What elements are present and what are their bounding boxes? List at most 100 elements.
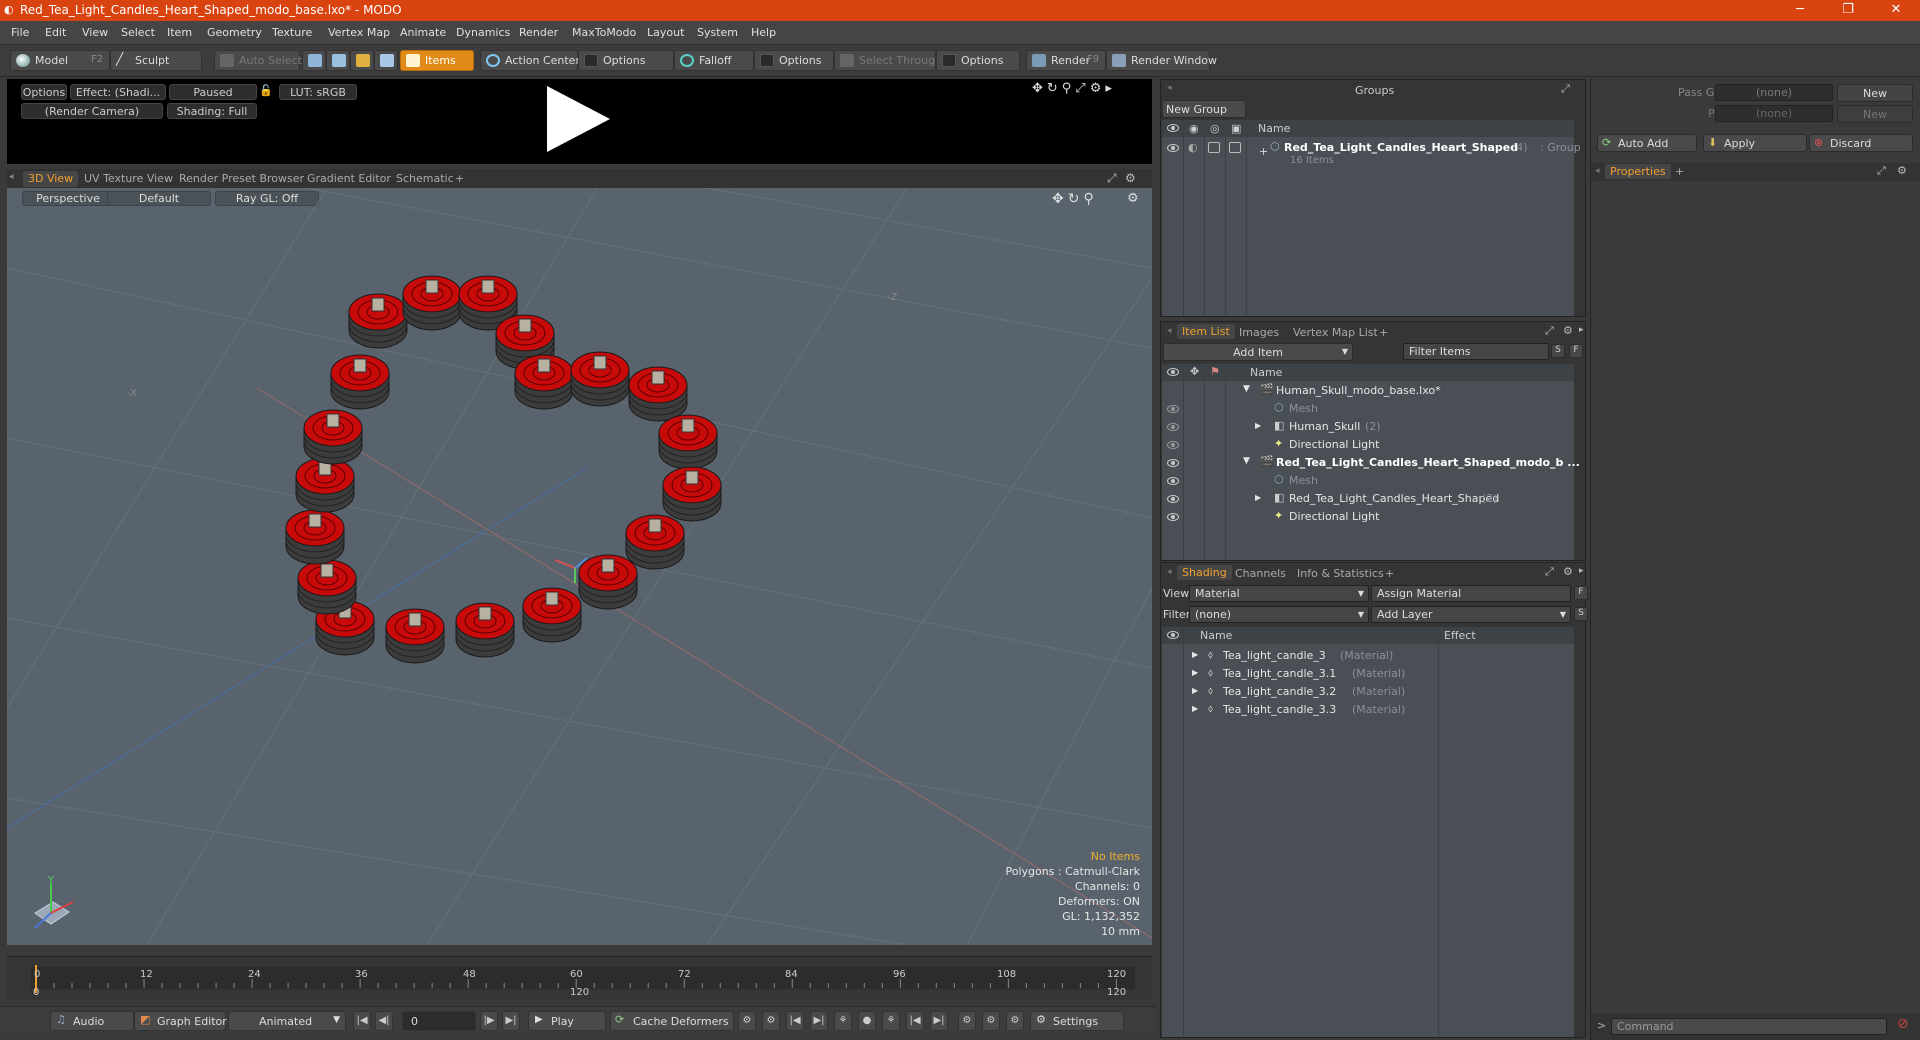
visibility-icon[interactable] (1167, 459, 1179, 467)
panel-arrow-icon[interactable]: ▸ (1579, 566, 1584, 576)
menu-item[interactable]: Item (167, 26, 192, 39)
minimize-button[interactable]: ─ (1780, 2, 1820, 17)
maximize-button[interactable]: ❐ (1828, 2, 1868, 17)
action-center-button[interactable]: Action Center (480, 50, 580, 71)
filter-dropdown[interactable]: (none) ▼ (1189, 606, 1369, 623)
visibility-icon[interactable] (1167, 441, 1179, 449)
tab-schematic[interactable]: Schematic (396, 172, 454, 185)
expand-icon[interactable]: ⤢ (1545, 324, 1554, 338)
menu-render[interactable]: Render (519, 26, 558, 39)
select-vertices-button[interactable] (302, 50, 326, 71)
menu-maxtomodo[interactable]: MaxToModo (572, 26, 636, 39)
menu-layout[interactable]: Layout (647, 26, 684, 39)
select-edges-button[interactable] (326, 50, 350, 71)
tab-menu-icon[interactable]: ◂ (9, 172, 14, 182)
item-row-scene-2[interactable]: ▼ 🎬 Red_Tea_Light_Candles_Heart_Shaped_m… (1162, 454, 1580, 472)
collapse-arrow-icon[interactable]: ▼ (1243, 384, 1250, 394)
tab-render-preset-browser[interactable]: Render Preset Browser (179, 172, 304, 185)
visibility-icon[interactable] (1167, 423, 1179, 431)
falloff-button[interactable]: Falloff (674, 50, 754, 71)
key-icon[interactable]: ⚙ (738, 1011, 756, 1031)
model-mode-button[interactable]: Model F2 (10, 50, 110, 71)
preview-nav-icons[interactable]: ✥↻⚲⤢⚙▸ (1032, 81, 1116, 96)
3d-viewport[interactable]: Perspective Default Ray GL: Off ✥↻⚲ ⚙ -X… (7, 188, 1152, 945)
material-row[interactable]: ▶ ⬨ Tea_light_candle_3 (Material) (1162, 647, 1574, 665)
material-row[interactable]: ▶ ⬨ Tea_light_candle_3.1 (Material) (1162, 665, 1574, 683)
tab-gradient-editor[interactable]: Gradient Editor (307, 172, 391, 185)
add-tab-button[interactable]: + (1379, 326, 1388, 339)
menu-system[interactable]: System (697, 26, 738, 39)
add-tab-button[interactable]: + (1385, 567, 1394, 580)
visibility-icon[interactable] (1167, 144, 1179, 152)
prev-frame-button[interactable]: |◀ (906, 1011, 924, 1031)
lock-icon[interactable]: 🔓 (259, 84, 273, 97)
cache-deformers-button[interactable]: ⟳ Cache Deformers (610, 1011, 734, 1031)
items-mode-button[interactable]: Items (400, 50, 474, 71)
menu-animate[interactable]: Animate (400, 26, 446, 39)
new-pass-button[interactable]: New (1837, 105, 1913, 123)
view-dropdown[interactable]: Material ▼ (1189, 585, 1369, 602)
menu-texture[interactable]: Texture (272, 26, 312, 39)
gear-icon[interactable]: ⚙ (1897, 164, 1907, 177)
menu-select[interactable]: Select (121, 26, 155, 39)
expand-arrow-icon[interactable]: ▶ (1192, 668, 1198, 677)
expand-arrow-icon[interactable]: ▶ (1255, 421, 1261, 430)
discard-button[interactable]: ⊗ Discard (1809, 134, 1913, 152)
collapse-arrow-icon[interactable]: ▼ (1243, 456, 1250, 466)
visibility-icon[interactable] (1167, 495, 1179, 503)
audio-button[interactable]: ♫ Audio (50, 1011, 134, 1031)
paused-button[interactable]: Paused (169, 84, 257, 100)
lut-dropdown[interactable]: LUT: sRGB (279, 84, 357, 100)
effect-dropdown[interactable]: Effect: (Shadi... (70, 84, 166, 100)
item-row-scene-1[interactable]: ▼ 🎬 Human_Skull_modo_base.lxo* (1162, 382, 1574, 400)
tab-properties[interactable]: Properties (1605, 164, 1671, 179)
tab-shading[interactable]: Shading (1177, 565, 1232, 580)
menu-vertex-map[interactable]: Vertex Map (328, 26, 390, 39)
command-stop-icon[interactable]: ⊘ (1897, 1016, 1909, 1032)
new-group-button[interactable]: New Group (1162, 100, 1246, 118)
animated-dropdown[interactable]: Animated ▼ (228, 1011, 346, 1031)
render-button[interactable]: Render F9 (1026, 50, 1106, 71)
add-layer-dropdown[interactable]: Add Layer ▼ (1371, 606, 1571, 623)
command-input[interactable]: Command (1611, 1018, 1887, 1035)
expand-arrow-icon[interactable]: ▶ (1192, 686, 1198, 695)
material-row[interactable]: ▶ ⬨ Tea_light_candle_3.3 (Material) (1162, 701, 1574, 719)
gear-icon[interactable]: ⚙ (1125, 171, 1136, 185)
pass-groups-dropdown[interactable]: (none) (1715, 84, 1833, 101)
groups-list[interactable]: ◉ ◎ ▣ Name ◐ + ⬡ Red_Tea_Light_Candles_H… (1162, 120, 1581, 316)
render-window-button[interactable]: Render Window (1106, 50, 1217, 71)
menu-dynamics[interactable]: Dynamics (456, 26, 510, 39)
item-row-light-2[interactable]: ✦ Directional Light (1162, 508, 1574, 526)
menu-edit[interactable]: Edit (45, 26, 66, 39)
panel-menu-icon[interactable]: ◂ (1167, 83, 1172, 93)
tab-info-statistics[interactable]: Info & Statistics (1297, 567, 1384, 580)
item-row-mesh-2[interactable]: ⬡ Mesh (1162, 472, 1574, 490)
step-forward-button[interactable]: |▶ (480, 1011, 498, 1031)
key-all-icon[interactable]: ⚙ (762, 1011, 780, 1031)
expand-arrow-icon[interactable]: ▶ (1192, 650, 1198, 659)
gear-icon[interactable]: ⚙ (1563, 565, 1573, 578)
item-row-light-1[interactable]: ✦ Directional Light (1162, 436, 1574, 454)
settings-button[interactable]: ⚙ Settings (1030, 1011, 1124, 1031)
expand-icon[interactable]: ⤢ (1107, 171, 1117, 186)
gear-icon[interactable]: ⚙ (1563, 324, 1573, 337)
prev-key-button[interactable]: |◀ (786, 1011, 804, 1031)
add-tab-button[interactable]: + (455, 172, 464, 185)
assign-f-button[interactable]: F (1574, 586, 1588, 600)
shading-dropdown[interactable]: Shading: Full (167, 103, 257, 119)
menu-view[interactable]: View (82, 26, 108, 39)
new-pass-group-button[interactable]: New (1837, 84, 1913, 102)
render-camera-dropdown[interactable]: (Render Camera) (21, 103, 163, 119)
go-to-end-button[interactable]: ▶| (502, 1011, 520, 1031)
record-button[interactable]: ● (858, 1011, 876, 1031)
action-center-options-button[interactable]: Options (578, 50, 674, 71)
expand-plus-icon[interactable]: + (1259, 145, 1268, 158)
shader-tree[interactable]: Name Effect ▶ ⬨ Tea_light_candle_3 (Mate… (1162, 627, 1574, 1037)
step-back-button[interactable]: ◀| (375, 1011, 393, 1031)
panel-menu-icon[interactable]: ◂ (1167, 326, 1172, 336)
frame-input[interactable]: 0 (402, 1011, 476, 1031)
falloff-options-button[interactable]: Options (754, 50, 834, 71)
item-row-skull[interactable]: ▶ ◧ Human_Skull (2) (1162, 418, 1574, 436)
filter-items-field[interactable]: Filter Items (1403, 343, 1549, 360)
items-tree[interactable]: ✥ ⚑ Name ▼ 🎬 Human_Skull_modo_base.lxo* … (1162, 364, 1580, 560)
